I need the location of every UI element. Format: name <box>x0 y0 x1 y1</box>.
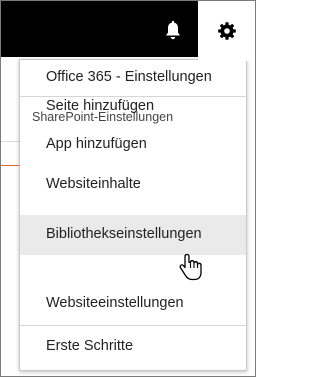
app-window: Office 365 - Einstellungen SharePoint-Ei… <box>0 0 256 377</box>
menu-item-label: Websiteeinstellungen <box>46 295 184 311</box>
menu-item-label: Bibliothekseinstellungen <box>46 226 202 242</box>
page-divider <box>1 141 19 142</box>
bell-icon <box>166 21 180 40</box>
menu-item-label: App hinzufügen <box>46 136 147 152</box>
settings-menu: Office 365 - Einstellungen SharePoint-Ei… <box>19 59 247 371</box>
menu-item-site-contents[interactable]: Websiteinhalte <box>20 168 246 202</box>
settings-button[interactable] <box>198 1 255 61</box>
hand-pointer-icon <box>179 253 203 288</box>
notifications-button[interactable] <box>151 9 195 53</box>
menu-item-getting-started[interactable]: Erste Schritte <box>20 330 246 364</box>
menu-item-library-settings[interactable]: Bibliothekseinstellungen <box>20 215 246 255</box>
menu-item-label: Websiteinhalte <box>46 176 141 192</box>
menu-item-add-page[interactable]: Seite hinzufügen <box>20 90 246 124</box>
page-accent-line <box>1 165 19 166</box>
menu-item-add-app[interactable]: App hinzufügen <box>20 128 246 162</box>
menu-item-label: Office 365 - Einstellungen <box>46 69 212 85</box>
menu-item-site-settings[interactable]: Websiteeinstellungen <box>20 287 246 321</box>
menu-item-label: Seite hinzufügen <box>46 98 155 114</box>
menu-divider <box>20 325 246 326</box>
menu-item-label: Erste Schritte <box>46 338 134 354</box>
gear-icon <box>217 22 236 40</box>
